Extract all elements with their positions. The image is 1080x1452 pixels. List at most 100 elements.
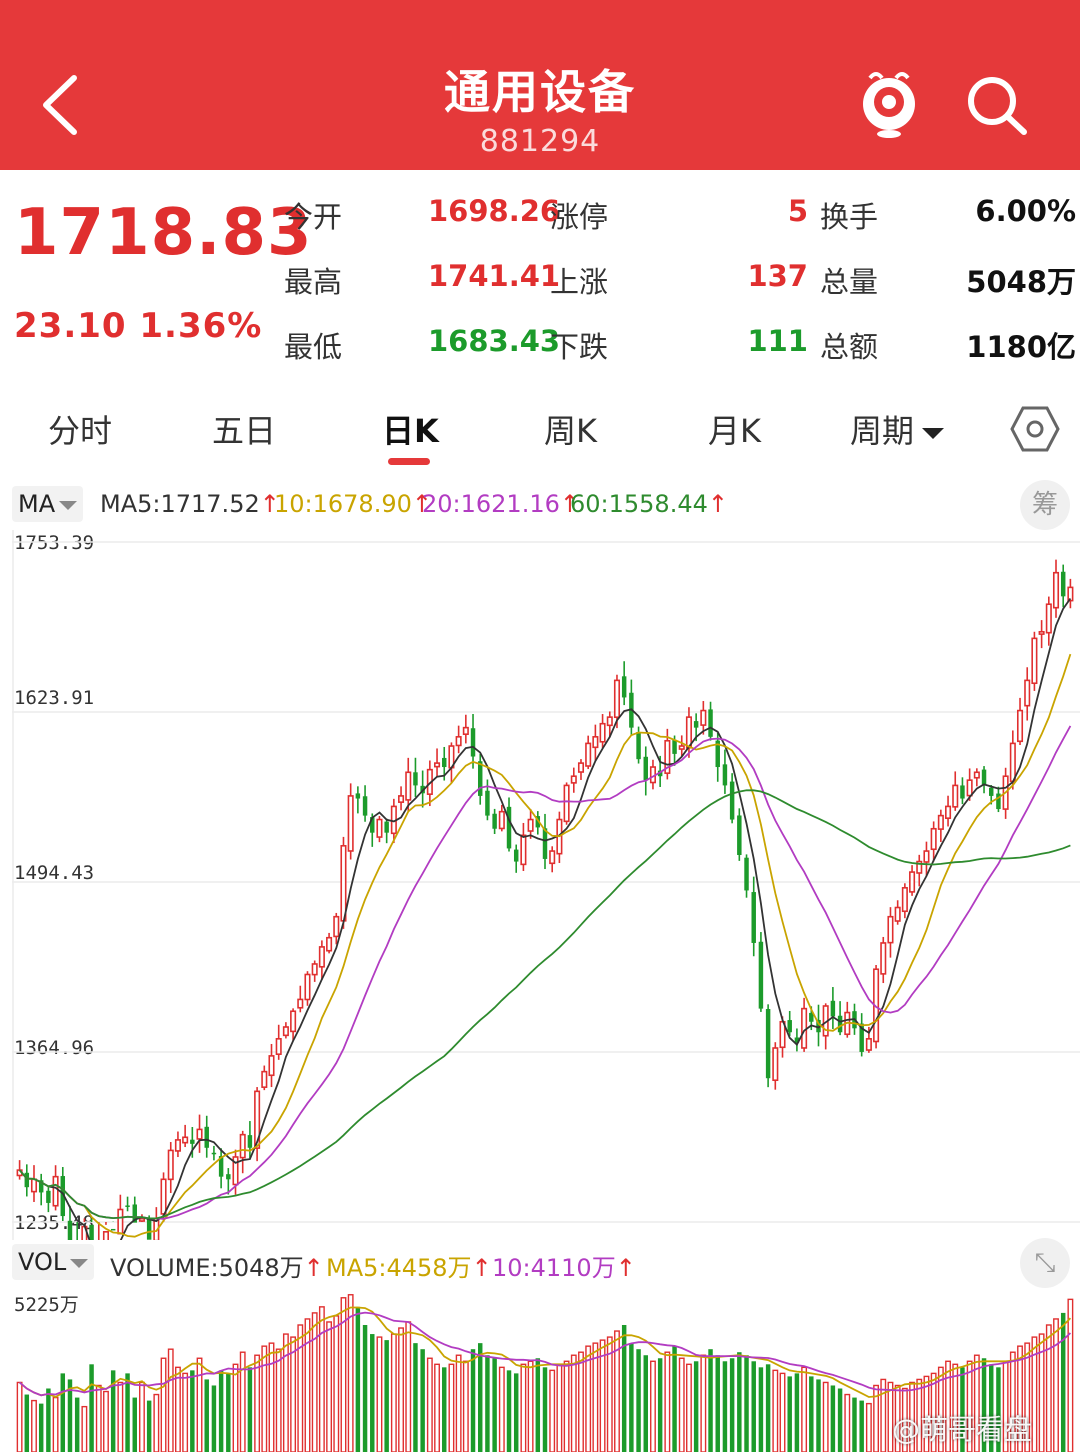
change-percent: 1.36% <box>139 306 263 346</box>
candle-body <box>89 1224 94 1240</box>
volume-bar <box>132 1397 137 1452</box>
volume-bar <box>442 1367 447 1452</box>
candlestick-chart[interactable] <box>0 530 1080 1240</box>
candle-body <box>599 722 606 743</box>
chip-distribution-button[interactable]: 筹 <box>1020 480 1070 530</box>
volume-bar <box>211 1385 217 1452</box>
volume-bar <box>370 1334 375 1452</box>
tab-monthly-k[interactable]: 月K <box>708 406 761 452</box>
candle-body <box>261 1070 268 1088</box>
volume-bar <box>261 1345 268 1452</box>
candle-body <box>945 805 952 819</box>
candle-body <box>549 850 556 865</box>
volume-bar <box>758 1367 764 1452</box>
volume-bar <box>139 1381 145 1452</box>
tab-daily-k[interactable]: 日K <box>382 406 439 452</box>
candle-body <box>577 762 585 773</box>
candle-body <box>937 814 944 830</box>
volume-bar <box>513 1373 519 1452</box>
candle-body <box>1052 571 1060 609</box>
volume-bar <box>722 1361 728 1452</box>
change-value: 23.10 <box>14 306 127 346</box>
volume-bar <box>160 1357 167 1452</box>
candle-body <box>894 906 901 922</box>
vol-indicator-selector[interactable]: VOL <box>12 1244 95 1280</box>
volume-bar <box>60 1373 66 1452</box>
search-icon[interactable] <box>964 74 1030 136</box>
candle-body <box>801 1007 808 1049</box>
candle-body <box>592 736 599 749</box>
volume-bar <box>24 1394 30 1452</box>
volume-bar <box>801 1366 808 1452</box>
dropdown-caret-icon <box>922 427 945 439</box>
tab-five-day[interactable]: 五日 <box>212 406 276 452</box>
candle-body <box>297 998 304 1009</box>
volume-bar <box>779 1372 786 1452</box>
candle-body <box>765 1009 771 1079</box>
candle-body <box>211 1152 217 1155</box>
candle-body <box>355 793 361 799</box>
volume-bar <box>672 1346 677 1452</box>
candle-body <box>498 810 505 830</box>
candle-body <box>693 721 699 728</box>
mascot-icon[interactable] <box>856 66 922 140</box>
volume-bar <box>1067 1298 1074 1452</box>
candle-body <box>880 942 887 975</box>
candle-body <box>513 849 519 862</box>
volume-bar <box>1060 1312 1066 1452</box>
candle-body <box>376 818 383 838</box>
volume-bar <box>218 1370 224 1452</box>
volume-bar <box>556 1363 563 1452</box>
candle-body <box>960 785 965 799</box>
tab-intraday[interactable]: 分时 <box>48 406 112 452</box>
volume-bar <box>715 1355 720 1452</box>
caret-down-icon <box>59 500 78 510</box>
candle-body <box>67 1220 73 1240</box>
candle-body <box>909 871 916 893</box>
limit-up-label: 涨停 <box>550 200 609 234</box>
candle-body <box>182 1136 189 1144</box>
advancing-value: 137 <box>747 259 808 293</box>
candle-body <box>138 1217 145 1222</box>
candle-body <box>570 775 577 784</box>
open-label: 今开 <box>284 200 343 234</box>
candle-body <box>167 1149 174 1181</box>
total-amount-label: 总额 <box>820 330 879 364</box>
candle-body <box>434 762 441 768</box>
volume-bar <box>275 1348 282 1452</box>
volume-bar <box>1045 1324 1052 1452</box>
price-change: 23.10 1.36% <box>14 306 262 346</box>
total-volume-value: 5048万 <box>966 265 1076 299</box>
candle-body <box>125 1205 130 1207</box>
volume-bar <box>81 1405 88 1452</box>
candle-body <box>268 1055 275 1077</box>
watermark: @萌哥看盘 <box>892 1413 1033 1446</box>
candle-body <box>347 795 354 852</box>
candle-body <box>1016 709 1024 743</box>
candle-body <box>52 1175 59 1207</box>
tab-weekly-k[interactable]: 周K <box>544 406 597 452</box>
candle-body <box>1045 603 1052 634</box>
ma60-readout: 60:1558.44↑ <box>570 490 728 518</box>
hexagon-settings-icon[interactable] <box>1010 404 1060 454</box>
volume-bar <box>621 1324 627 1452</box>
candle-body <box>722 764 728 786</box>
expand-icon[interactable]: ⤡ <box>1020 1238 1070 1288</box>
candle-body <box>46 1190 51 1203</box>
last-price: 1718.83 <box>14 196 313 270</box>
volume-bar <box>693 1361 699 1452</box>
candle-body <box>887 915 894 944</box>
ma-indicator-selector[interactable]: MA <box>12 486 84 522</box>
tab-period[interactable]: 周期 <box>850 406 945 452</box>
limit-up-value: 5 <box>787 194 808 228</box>
volume-bar <box>535 1358 541 1452</box>
candle-body <box>737 815 742 855</box>
candle-body <box>542 828 548 859</box>
volume-bar <box>563 1360 570 1452</box>
candle-body <box>398 795 405 803</box>
period-label: 周期 <box>850 412 915 450</box>
volume-bar <box>527 1360 534 1452</box>
candle-body <box>837 1015 843 1033</box>
volume-bar <box>297 1324 304 1452</box>
volume-bar <box>74 1397 80 1452</box>
